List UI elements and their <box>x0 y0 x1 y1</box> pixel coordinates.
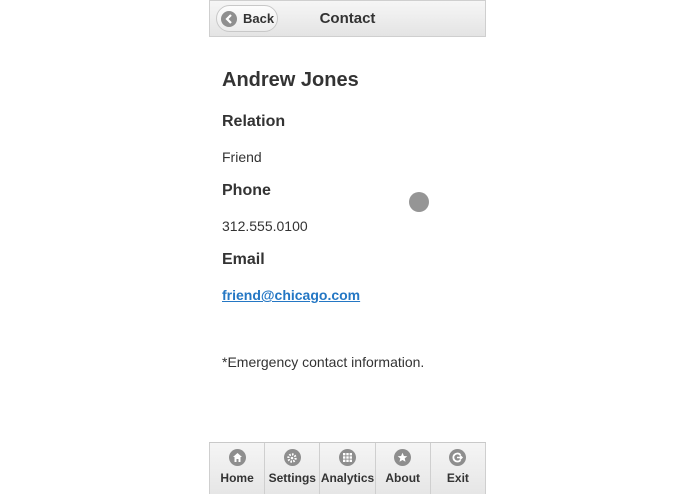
nav-item-exit[interactable]: Exit <box>431 443 486 494</box>
page-title: Contact <box>319 10 376 27</box>
nav-item-settings[interactable]: Settings <box>265 443 321 494</box>
home-icon <box>228 449 246 466</box>
grid-icon <box>339 449 356 466</box>
nav-item-analytics[interactable]: Analytics <box>320 443 376 494</box>
exit-icon <box>449 449 467 466</box>
star-icon <box>394 449 412 466</box>
nav-item-label: Home <box>220 471 254 485</box>
nav-item-label: Exit <box>446 471 469 485</box>
phone-heading: Phone <box>222 182 271 199</box>
relation-heading: Relation <box>222 113 286 130</box>
touch-cursor-indicator <box>409 192 429 212</box>
nav-item-label: Settings <box>268 471 316 485</box>
bottom-navbar: Home Settings Analytics About Exit <box>209 442 486 494</box>
nav-item-home[interactable]: Home <box>209 443 266 494</box>
nav-item-about[interactable]: About <box>376 443 431 494</box>
gear-icon <box>283 449 301 466</box>
email-link[interactable]: friend@chicago.com <box>222 287 360 303</box>
email-heading: Email <box>222 251 265 268</box>
contact-name: Andrew Jones <box>222 69 359 91</box>
header-bar: Back Contact <box>209 0 486 37</box>
emergency-note: *Emergency contact information. <box>222 354 425 370</box>
phone-value: 312.555.0100 <box>222 218 308 234</box>
nav-item-label: About <box>385 471 421 485</box>
nav-item-label: Analytics <box>320 471 375 485</box>
mobile-app-screen: Back Contact Andrew Jones Relation Frien… <box>209 0 486 494</box>
relation-value: Friend <box>222 149 262 165</box>
